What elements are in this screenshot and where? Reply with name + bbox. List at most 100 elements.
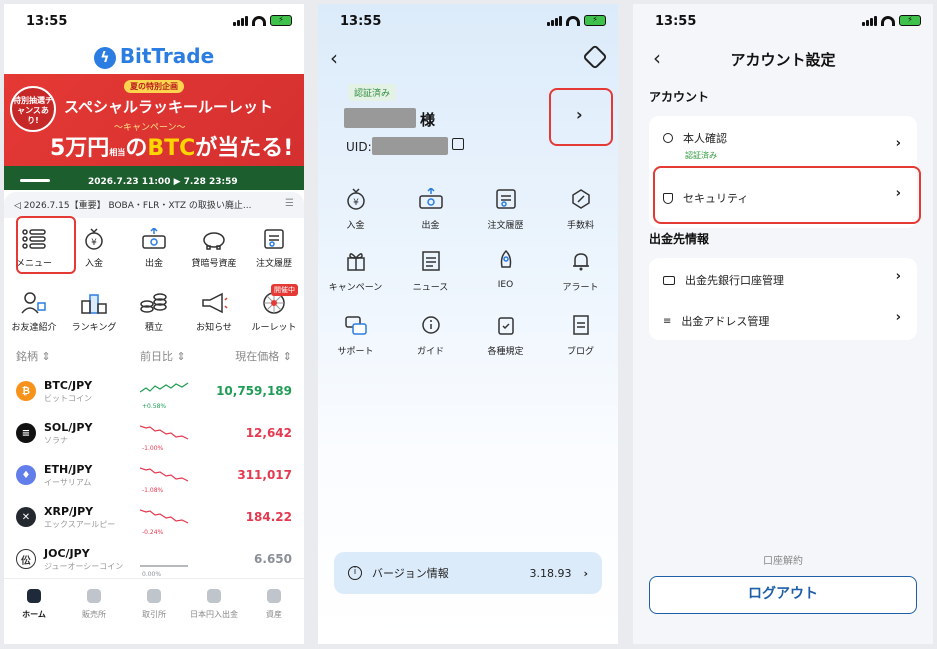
market-row[interactable]: ♦ ETH/JPY イーサリアム -1.08% 311,017 bbox=[16, 454, 292, 496]
shortcut-rocket[interactable]: IEO bbox=[468, 248, 543, 293]
home-icon bbox=[27, 589, 41, 603]
shortcut-referral[interactable]: お友達紹介 bbox=[4, 290, 64, 333]
coin-name: ジューオーシーコイン bbox=[44, 561, 124, 571]
shortcut-news[interactable]: ニュース bbox=[393, 248, 468, 293]
close-account-link[interactable]: 口座解約 bbox=[633, 552, 933, 567]
shortcut-guide[interactable]: ガイド bbox=[393, 312, 468, 357]
shortcut-label: キャンペーン bbox=[328, 283, 383, 293]
shortcut-deposit[interactable]: ¥ 入金 bbox=[318, 186, 393, 231]
back-icon[interactable]: ‹ bbox=[330, 46, 338, 70]
pair-symbol: XRP/JPY bbox=[44, 504, 94, 518]
piggy-bank-icon bbox=[199, 226, 229, 252]
version-info[interactable]: i バージョン情報 3.18.93 › bbox=[334, 552, 602, 594]
card-icon bbox=[663, 275, 675, 285]
identity-row[interactable]: 本人確認 bbox=[663, 130, 903, 146]
shortcut-piggy-bank[interactable]: 貸暗号資産 bbox=[184, 226, 244, 269]
menu-grid-row-3: サポート ガイド 各種規定 ブログ bbox=[318, 312, 618, 357]
svg-text:¥: ¥ bbox=[91, 238, 97, 248]
tab-shop[interactable]: 販売所 bbox=[64, 579, 124, 644]
tab-exchange[interactable]: 取引所 bbox=[124, 579, 184, 644]
copy-icon[interactable] bbox=[452, 138, 464, 150]
tab-label: 販売所 bbox=[82, 610, 106, 619]
shortcut-gift[interactable]: キャンペーン bbox=[318, 248, 393, 293]
market-row[interactable]: 伀 JOC/JPY ジューオーシーコイン 0.00% 6.650 bbox=[16, 538, 292, 580]
shortcut-blog[interactable]: ブログ bbox=[543, 312, 618, 357]
logout-button[interactable]: ログアウト bbox=[649, 576, 917, 614]
shortcut-bell[interactable]: アラート bbox=[543, 248, 618, 293]
shortcut-label: ルーレット bbox=[251, 323, 297, 333]
shortcut-label: ガイド bbox=[416, 347, 444, 357]
shortcut-order-history[interactable]: 注文履歴 bbox=[244, 226, 304, 269]
shortcut-rules[interactable]: 各種規定 bbox=[468, 312, 543, 357]
current-price: 12,642 bbox=[245, 426, 292, 440]
status-time: 13:55 bbox=[340, 14, 382, 29]
tab-yen-transfer[interactable]: 日本円入出金 bbox=[184, 579, 244, 644]
change-percent: -1.00% bbox=[142, 445, 164, 452]
bottom-tab-bar: ホーム 販売所 取引所 日本円入出金 資産 bbox=[4, 578, 304, 644]
shortcut-fee[interactable]: 手数料 bbox=[543, 186, 618, 231]
sparkline: -1.00% bbox=[140, 420, 192, 452]
coin-name: エックスアールピー bbox=[44, 519, 116, 529]
order-history-icon bbox=[493, 186, 519, 212]
shortcut-withdraw[interactable]: 出金 bbox=[393, 186, 468, 231]
home-screen: 13:55 ⚡ ϟ BitTrade 特別抽選チャンスあり! 夏の特別企画 スペシ… bbox=[4, 4, 304, 644]
version-label: バージョン情報 bbox=[372, 567, 449, 580]
sparkline: -0.24% bbox=[140, 504, 192, 536]
coin-icon: ≡ bbox=[16, 423, 36, 443]
address-row[interactable]: ≡ 出金アドレス管理 bbox=[663, 313, 903, 329]
tab-home[interactable]: ホーム bbox=[4, 579, 64, 644]
market-row[interactable]: ✕ XRP/JPY エックスアールピー -0.24% 184.22 bbox=[16, 496, 292, 538]
news-icon bbox=[418, 248, 444, 274]
signal-icon bbox=[862, 15, 877, 26]
market-row[interactable]: ≡ SOL/JPY ソラナ -1.00% 12,642 bbox=[16, 412, 292, 454]
shortcut-withdraw[interactable]: 出金 bbox=[124, 226, 184, 269]
coin-icon: 伀 bbox=[16, 549, 36, 569]
shortcut-order-history[interactable]: 注文履歴 bbox=[468, 186, 543, 231]
shortcut-label: 各種規定 bbox=[487, 347, 524, 357]
yen-transfer-icon bbox=[207, 589, 221, 603]
shortcut-label: 貸暗号資産 bbox=[191, 259, 237, 269]
coin-icon: ♦ bbox=[16, 465, 36, 485]
settings-icon[interactable] bbox=[582, 44, 608, 70]
shortcut-label: アラート bbox=[562, 283, 599, 293]
shortcut-ranking[interactable]: ランキング bbox=[64, 290, 124, 333]
shortcut-label: ニュース bbox=[412, 283, 449, 293]
shortcut-coins[interactable]: 積立 bbox=[124, 290, 184, 333]
identity-status: 認証済み bbox=[685, 151, 717, 160]
exchange-icon bbox=[147, 589, 161, 603]
col-change[interactable]: 前日比 ⇕ bbox=[140, 348, 220, 364]
shortcut-roulette[interactable]: ルーレット bbox=[244, 290, 304, 333]
wifi-icon bbox=[881, 15, 895, 26]
change-percent: +0.58% bbox=[142, 403, 167, 410]
current-price: 311,017 bbox=[237, 468, 292, 482]
bank-row[interactable]: 出金先銀行口座管理 bbox=[663, 272, 903, 288]
col-price[interactable]: 現在価格 ⇕ bbox=[220, 348, 292, 364]
news-ticker[interactable]: ◁ 2026.7.15【重要】 BOBA・FLR・XTZ の取扱い廃止... ☰ bbox=[4, 192, 304, 218]
coins-icon bbox=[139, 290, 169, 316]
bell-icon bbox=[568, 248, 594, 274]
col-symbol[interactable]: 銘柄 ⇕ bbox=[16, 348, 140, 364]
tab-label: 資産 bbox=[266, 610, 282, 619]
list-icon[interactable]: ☰ bbox=[285, 198, 294, 209]
blog-icon bbox=[568, 312, 594, 338]
tab-label: 日本円入出金 bbox=[190, 610, 238, 619]
security-highlight bbox=[653, 166, 921, 224]
battery-icon: ⚡ bbox=[584, 15, 606, 26]
shortcut-megaphone[interactable]: お知らせ bbox=[184, 290, 244, 333]
chevron-right-icon: › bbox=[895, 310, 901, 325]
tab-assets[interactable]: 資産 bbox=[244, 579, 304, 644]
profile-chevron-icon[interactable]: › bbox=[576, 105, 583, 124]
market-row[interactable]: ₿ BTC/JPY ビットコイン +0.58% 10,759,189 bbox=[16, 370, 292, 412]
speaker-icon: ◁ bbox=[14, 201, 24, 211]
change-percent: -0.24% bbox=[142, 529, 164, 536]
withdraw-icon bbox=[139, 226, 169, 252]
shortcut-row-2: お友達紹介 ランキング 積立 お知らせ ルーレット bbox=[4, 290, 304, 333]
shortcut-support[interactable]: サポート bbox=[318, 312, 393, 357]
ranking-icon bbox=[79, 290, 109, 316]
gift-icon bbox=[343, 248, 369, 274]
campaign-banner[interactable]: 特別抽選チャンスあり! 夏の特別企画 スペシャルラッキールーレット 〜キャンペー… bbox=[4, 74, 304, 190]
support-icon bbox=[343, 312, 369, 338]
battery-icon: ⚡ bbox=[270, 15, 292, 26]
withdraw-card: 出金先銀行口座管理 › ≡ 出金アドレス管理 › bbox=[649, 258, 917, 340]
deposit-icon: ¥ bbox=[343, 186, 369, 212]
